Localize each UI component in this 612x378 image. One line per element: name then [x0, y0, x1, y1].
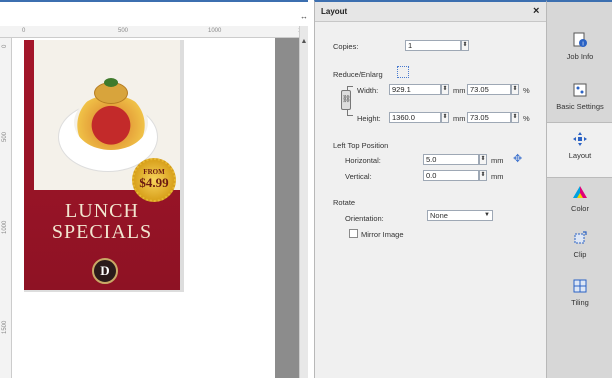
layout-icon	[573, 132, 587, 146]
horizontal-stepper[interactable]: ⬍	[479, 154, 487, 165]
close-icon[interactable]: ×	[533, 5, 539, 17]
copies-stepper[interactable]: ⬍	[461, 40, 469, 51]
orientation-value: None	[430, 211, 448, 220]
ruler-tick: 0	[22, 28, 26, 34]
scale-handle-icon[interactable]	[397, 66, 409, 78]
collapse-panel-button[interactable]: ↔	[300, 12, 312, 24]
height-unit: mm	[453, 114, 466, 123]
reduce-enlarge-label: Reduce/Enlarg	[333, 70, 383, 79]
width-stepper[interactable]: ⬍	[441, 84, 449, 95]
horizontal-label: Horizontal:	[345, 156, 381, 165]
tab-basic-settings[interactable]: Basic Settings	[547, 82, 612, 111]
canvas-margin-area	[275, 38, 299, 378]
layout-panel: Layout × Copies: 1 ⬍ Reduce/Enlarg ⛓ Wid…	[314, 0, 547, 378]
job-info-icon: i	[573, 32, 587, 48]
mirror-image-checkbox[interactable]	[349, 229, 358, 238]
height-stepper[interactable]: ⬍	[441, 112, 449, 123]
basic-settings-icon	[573, 83, 587, 97]
ruler-tick: 1500	[2, 320, 8, 334]
tab-label: Clip	[573, 250, 587, 259]
tiling-icon	[573, 279, 587, 293]
mirror-image-label: Mirror Image	[361, 230, 404, 239]
tab-label: Tiling	[571, 298, 589, 307]
tab-label: Layout	[568, 151, 592, 160]
width-field[interactable]: 929.1	[389, 84, 441, 95]
vertical-field[interactable]: 0.0	[423, 170, 479, 181]
panel-header: Layout ×	[315, 2, 547, 22]
svg-text:i: i	[582, 42, 583, 48]
copies-label: Copies:	[333, 42, 359, 51]
width-percent-field[interactable]: 73.05	[467, 84, 511, 95]
ruler-tick: 500	[118, 28, 129, 34]
tab-label: Job Info	[566, 52, 594, 61]
height-percent-unit: %	[523, 114, 530, 123]
color-icon	[573, 186, 587, 198]
vertical-scrollbar[interactable]	[299, 26, 308, 378]
ruler-tick: 1000	[208, 28, 222, 34]
copies-field[interactable]: 1	[405, 40, 461, 51]
horizontal-field[interactable]: 5.0	[423, 154, 479, 165]
left-top-position-label: Left Top Position	[333, 141, 389, 150]
artwork-title-line2: SPECIALS	[51, 221, 153, 243]
badge-price-text: $4.99	[139, 175, 169, 190]
scroll-up-icon[interactable]: ▲	[300, 38, 308, 48]
width-percent-stepper[interactable]: ⬍	[511, 84, 519, 95]
vertical-unit: mm	[491, 172, 504, 181]
chevron-down-icon: ▼	[484, 212, 490, 218]
aspect-lock-icon[interactable]: ⛓	[341, 90, 351, 110]
artwork-preview[interactable]: FROM $4.99 LUNCH SPECIALS D	[24, 40, 180, 290]
vertical-ruler: 0 500 1000 1500	[0, 38, 12, 378]
leaf-shape	[104, 78, 118, 87]
ruler-tick: 500	[2, 131, 8, 142]
tab-clip[interactable]: Clip	[547, 230, 612, 259]
height-percent-field[interactable]: 73.05	[467, 112, 511, 123]
height-percent-stepper[interactable]: ⬍	[511, 112, 519, 123]
panel-title: Layout	[321, 7, 348, 16]
rotate-label: Rotate	[333, 198, 356, 207]
logo-badge: D	[92, 258, 118, 284]
height-label: Height:	[357, 114, 381, 123]
tab-label: Basic Settings	[556, 102, 604, 111]
tab-tiling[interactable]: Tiling	[547, 278, 612, 307]
price-badge: FROM $4.99	[132, 158, 176, 202]
orientation-select[interactable]: None ▼	[427, 210, 493, 221]
tab-color[interactable]: Color	[547, 184, 612, 213]
width-label: Width:	[357, 86, 379, 95]
vertical-stepper[interactable]: ⬍	[479, 170, 487, 181]
ruler-tick: 1000	[2, 220, 8, 234]
width-percent-unit: %	[523, 86, 530, 95]
clip-icon	[574, 231, 587, 244]
vertical-label: Vertical:	[345, 172, 372, 181]
tab-layout[interactable]: Layout	[547, 122, 612, 178]
artwork-title-line1: LUNCH	[65, 200, 139, 222]
orientation-label: Orientation:	[345, 214, 384, 223]
tab-job-info[interactable]: i Job Info	[547, 32, 612, 61]
width-unit: mm	[453, 86, 466, 95]
horizontal-ruler: 0 500 1000 150	[0, 26, 308, 38]
height-field[interactable]: 1360.0	[389, 112, 441, 123]
horizontal-unit: mm	[491, 156, 504, 165]
tab-bar: i Job Info Basic Settings Layout Color C…	[546, 0, 612, 378]
tab-label: Color	[571, 204, 589, 213]
position-crosshair-icon[interactable]: ✥	[513, 152, 522, 165]
ruler-tick: 0	[2, 44, 8, 48]
